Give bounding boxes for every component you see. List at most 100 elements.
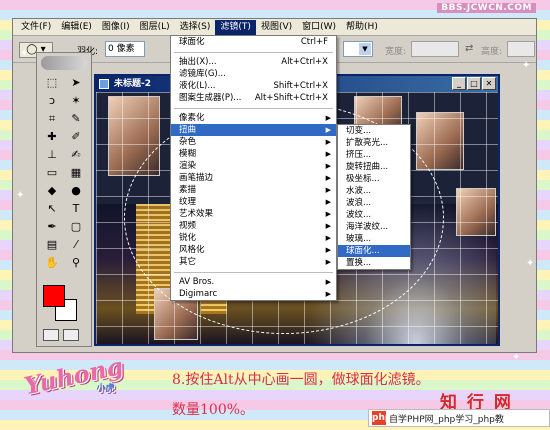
menu-option-label: Digimarc bbox=[179, 289, 218, 299]
submenu-arrow-icon: ▶ bbox=[325, 258, 331, 266]
style-select[interactable]: ▼ bbox=[343, 41, 373, 57]
marquee-tool-icon[interactable]: ⬚ bbox=[41, 75, 63, 91]
submenu-arrow-icon: ▶ bbox=[325, 114, 331, 122]
menu-option-label: 画笔描边 bbox=[179, 173, 214, 183]
menu-option-label: 模糊 bbox=[179, 149, 197, 159]
menu-option[interactable]: 水波... bbox=[338, 185, 410, 197]
star-icon: ✦ bbox=[522, 60, 531, 71]
menu-option[interactable]: 波浪... bbox=[338, 197, 410, 209]
menu-separator bbox=[174, 48, 333, 53]
menu-item[interactable]: 窗口(W) bbox=[297, 20, 341, 35]
magic-wand-icon[interactable]: ✶ bbox=[65, 93, 87, 109]
footer-site-bar[interactable]: php 自学PHP网_php学习_php教 bbox=[368, 409, 550, 427]
history-brush-icon[interactable]: ✍ bbox=[65, 147, 87, 163]
menu-option-label: 海洋波纹... bbox=[346, 222, 389, 232]
filter-menu: 球面化 Ctrl+F 抽出(X)... Alt+Ctrl+X 滤镜库(G)... 液化(L… bbox=[170, 35, 337, 301]
zoom-tool-icon[interactable]: ⚲ bbox=[65, 255, 87, 271]
menu-option[interactable]: 锐化 ▶ bbox=[171, 232, 336, 244]
menu-item[interactable]: 文件(F) bbox=[16, 20, 56, 35]
menu-option[interactable]: 旋转扭曲... bbox=[338, 161, 410, 173]
menu-option[interactable]: 素描 ▶ bbox=[171, 184, 336, 196]
gradient-tool-icon[interactable]: ▦ bbox=[65, 165, 87, 181]
menu-option[interactable]: 纹理 ▶ bbox=[171, 196, 336, 208]
pen-tool-icon[interactable]: ✒ bbox=[41, 219, 63, 235]
move-tool-icon[interactable]: ➤ bbox=[65, 75, 87, 91]
menu-option[interactable]: 扭曲 ▶ bbox=[171, 124, 336, 136]
menu-item[interactable]: 视图(V) bbox=[256, 20, 297, 35]
swap-icon[interactable]: ⇄ bbox=[465, 43, 473, 54]
menu-option-label: 锐化 bbox=[179, 233, 197, 243]
foreground-color-swatch[interactable] bbox=[43, 285, 65, 307]
lasso-tool-icon[interactable]: ↄ bbox=[41, 93, 63, 109]
height-input[interactable] bbox=[507, 41, 535, 57]
maximize-icon[interactable]: □ bbox=[467, 77, 481, 90]
menu-option[interactable]: 杂色 ▶ bbox=[171, 136, 336, 148]
stamp-tool-icon[interactable]: ⊥ bbox=[41, 147, 63, 163]
menu-option[interactable]: 像素化 ▶ bbox=[171, 112, 336, 124]
menu-option[interactable]: 风格化 ▶ bbox=[171, 244, 336, 256]
minimize-icon[interactable]: _ bbox=[452, 77, 466, 90]
shape-tool-icon[interactable]: ▢ bbox=[65, 219, 87, 235]
menu-item[interactable]: 滤镜(T) bbox=[215, 19, 256, 35]
menu-option[interactable]: 其它 ▶ bbox=[171, 256, 336, 268]
menu-option[interactable]: 模糊 ▶ bbox=[171, 148, 336, 160]
menu-option[interactable]: 图案生成器(P)... Alt+Shift+Ctrl+X bbox=[171, 92, 336, 104]
menu-option[interactable]: 渲染 ▶ bbox=[171, 160, 336, 172]
eyedropper-icon[interactable]: ⁄ bbox=[65, 237, 87, 253]
menu-option-label: 杂色 bbox=[179, 137, 197, 147]
slice-tool-icon[interactable]: ✎ bbox=[65, 111, 87, 127]
menu-option-label: 纹理 bbox=[179, 197, 197, 207]
menu-option[interactable]: 艺术效果 ▶ bbox=[171, 208, 336, 220]
menu-option[interactable]: 滤镜库(G)... bbox=[171, 68, 336, 80]
menu-option-label: 玻璃... bbox=[346, 234, 372, 244]
window-controls: _ □ ✕ bbox=[452, 77, 496, 90]
quick-mask-icons[interactable] bbox=[43, 329, 87, 341]
hand-tool-icon[interactable]: ✋ bbox=[41, 255, 63, 271]
menu-item[interactable]: 选择(S) bbox=[175, 20, 216, 35]
menu-option[interactable]: Digimarc ▶ bbox=[171, 288, 336, 300]
star-icon: ✦ bbox=[20, 48, 29, 59]
menu-option[interactable]: 抽出(X)... Alt+Ctrl+X bbox=[171, 56, 336, 68]
menu-option[interactable]: 切变... bbox=[338, 125, 410, 137]
menu-option[interactable]: 视频 ▶ bbox=[171, 220, 336, 232]
menu-option[interactable]: 玻璃... bbox=[338, 233, 410, 245]
width-input[interactable] bbox=[411, 41, 459, 57]
crop-tool-icon[interactable]: ⌗ bbox=[41, 111, 63, 127]
path-select-icon[interactable]: ↖ bbox=[41, 201, 63, 217]
footer-site-text: 自学PHP网_php学习_php教 bbox=[389, 414, 504, 425]
menu-option[interactable]: 置换... bbox=[338, 257, 410, 269]
feather-input[interactable]: 0 像素 bbox=[105, 41, 145, 57]
submenu-arrow-icon: ▶ bbox=[325, 174, 331, 182]
star-icon: ✦ bbox=[16, 190, 25, 201]
blur-tool-icon[interactable]: ◆ bbox=[41, 183, 63, 199]
menu-item[interactable]: 编辑(E) bbox=[56, 20, 97, 35]
menu-option[interactable]: 海洋波纹... bbox=[338, 221, 410, 233]
submenu-arrow-icon: ▶ bbox=[325, 198, 331, 206]
submenu-arrow-icon: ▶ bbox=[325, 290, 331, 298]
menu-option[interactable]: 球面化... bbox=[338, 245, 410, 257]
menu-item[interactable]: 图层(L) bbox=[135, 20, 175, 35]
menu-option[interactable]: 画笔描边 ▶ bbox=[171, 172, 336, 184]
brush-tool-icon[interactable]: ✐ bbox=[65, 129, 87, 145]
menu-separator bbox=[174, 268, 333, 273]
submenu-arrow-icon: ▶ bbox=[325, 162, 331, 170]
menu-option[interactable]: 挤压... bbox=[338, 149, 410, 161]
menu-item[interactable]: 帮助(H) bbox=[341, 20, 383, 35]
close-icon[interactable]: ✕ bbox=[482, 77, 496, 90]
menu-option[interactable]: 波纹... bbox=[338, 209, 410, 221]
menu-option[interactable]: 球面化 Ctrl+F bbox=[171, 36, 336, 48]
healing-brush-icon[interactable]: ✚ bbox=[41, 129, 63, 145]
submenu-arrow-icon: ▶ bbox=[325, 186, 331, 194]
menu-option-label: 艺术效果 bbox=[179, 209, 214, 219]
submenu-arrow-icon: ▶ bbox=[325, 138, 331, 146]
type-tool-icon[interactable]: T bbox=[65, 201, 87, 217]
menu-option[interactable]: 极坐标... bbox=[338, 173, 410, 185]
dodge-tool-icon[interactable]: ● bbox=[65, 183, 87, 199]
menu-item[interactable]: 图像(I) bbox=[97, 20, 135, 35]
eraser-tool-icon[interactable]: ▭ bbox=[41, 165, 63, 181]
menu-option-label: 球面化 bbox=[179, 37, 205, 47]
menu-option[interactable]: 液化(L)... Shift+Ctrl+X bbox=[171, 80, 336, 92]
notes-tool-icon[interactable]: ▤ bbox=[41, 237, 63, 253]
menu-option[interactable]: AV Bros. ▶ bbox=[171, 276, 336, 288]
menu-option[interactable]: 扩散亮光... bbox=[338, 137, 410, 149]
